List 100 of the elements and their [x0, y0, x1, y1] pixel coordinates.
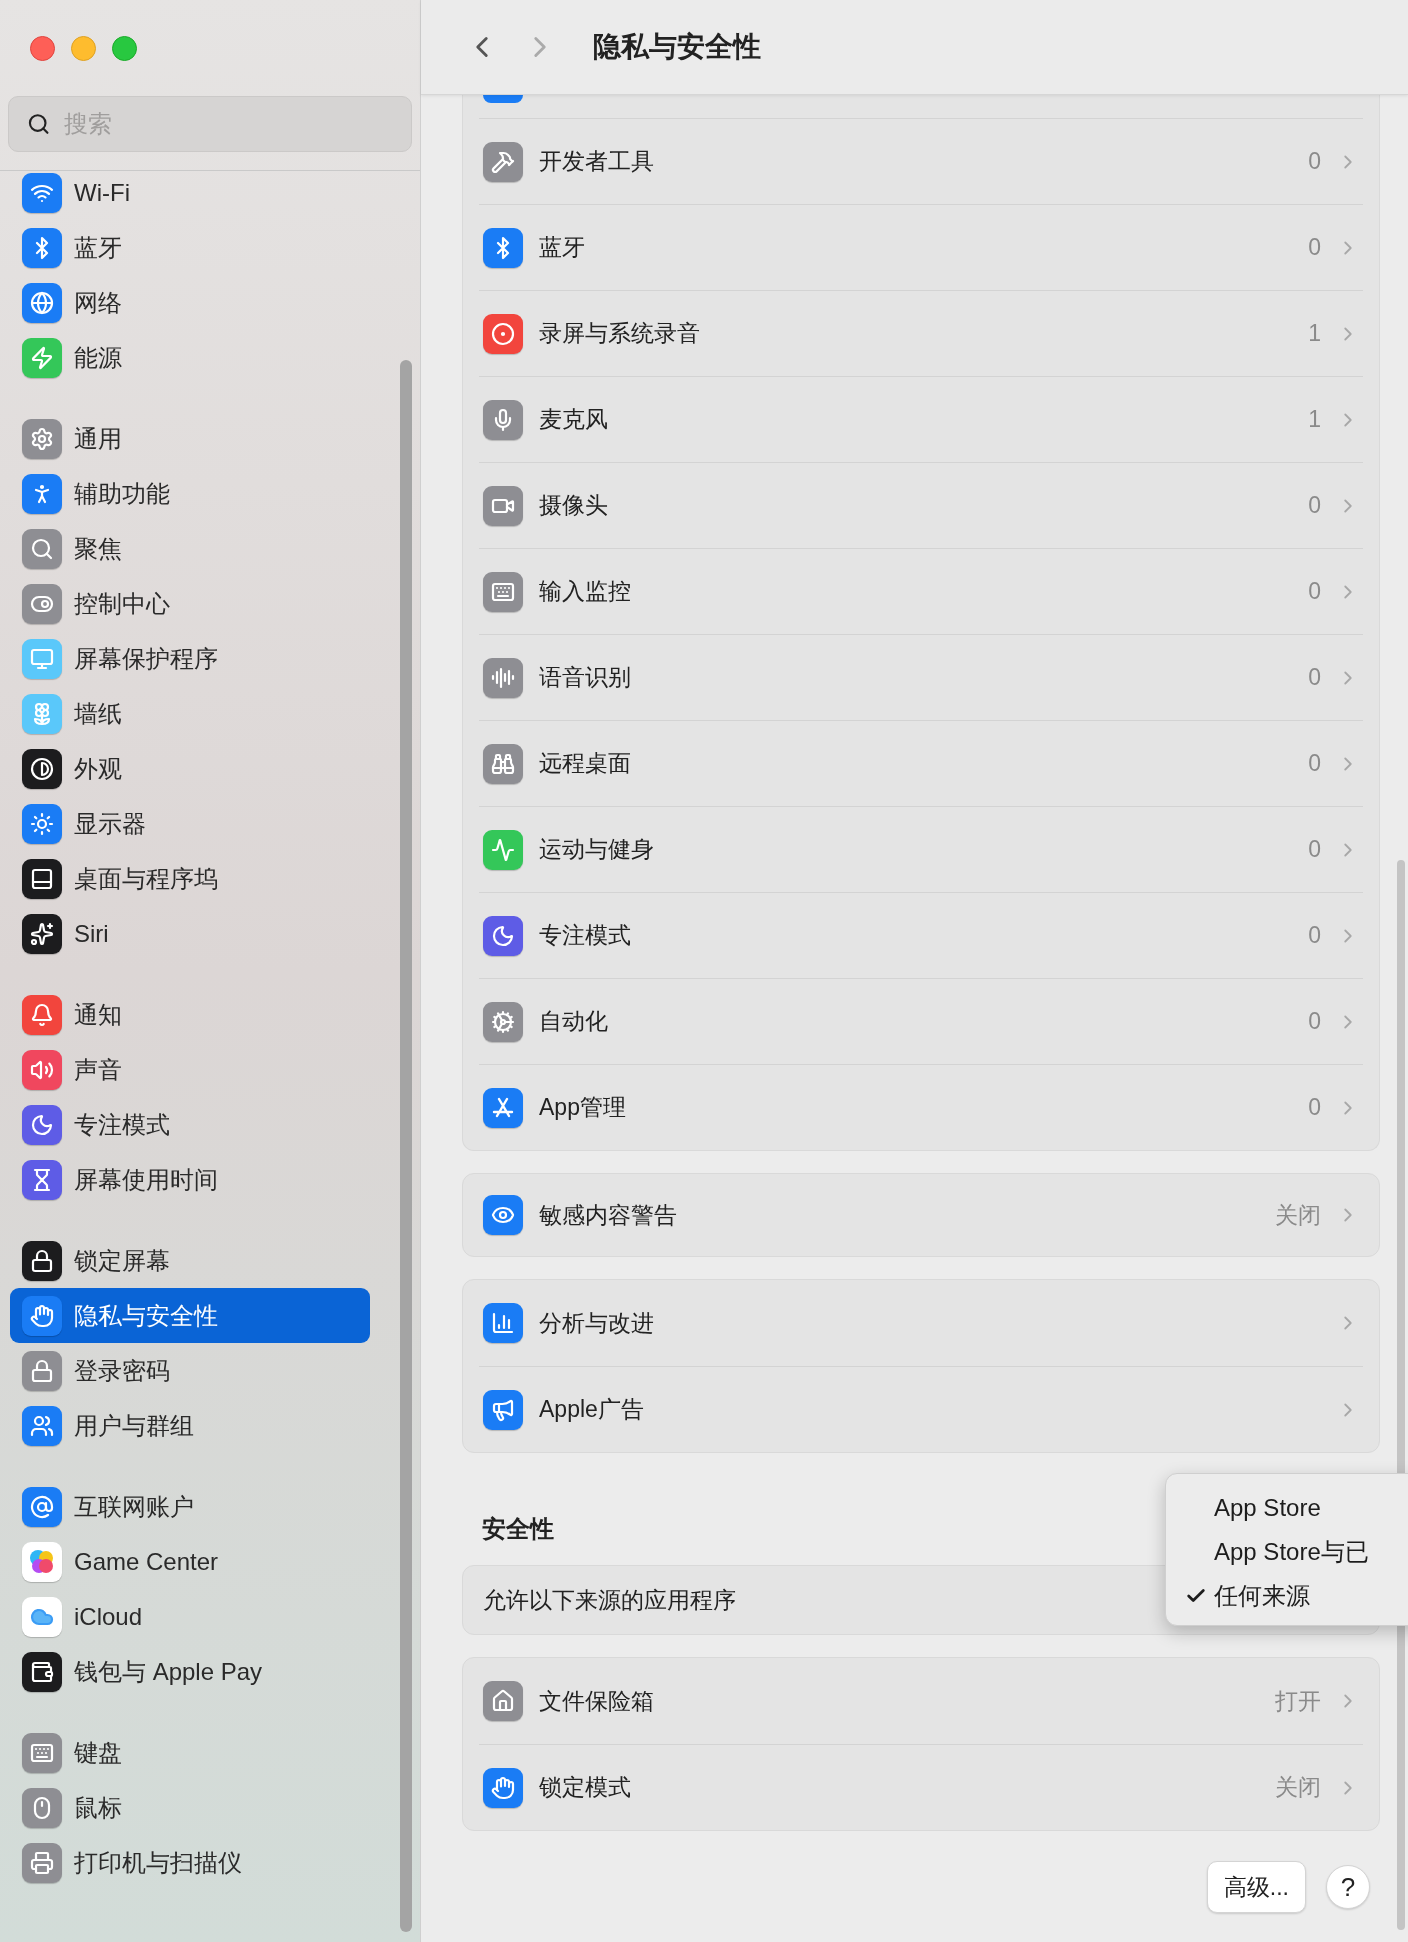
sidebar-item[interactable]: 能源 [10, 330, 370, 385]
minimize-button[interactable] [71, 35, 96, 61]
menu-item[interactable]: App Store [1184, 1486, 1408, 1530]
sidebar-item[interactable]: 网络 [10, 275, 370, 330]
zoom-button[interactable] [112, 35, 137, 61]
sidebar-item[interactable]: 隐私与安全性 [10, 1288, 370, 1343]
list-row[interactable]: 蓝牙 0 [479, 204, 1363, 290]
waveform-icon [483, 657, 523, 698]
lock-icon [22, 1350, 62, 1391]
keyboard-icon [483, 571, 523, 612]
row-value: 0 [1308, 147, 1321, 177]
row-value: 0 [1308, 577, 1321, 607]
mouse-icon [22, 1787, 62, 1828]
list-row[interactable]: 摄像头 0 [479, 462, 1363, 548]
sidebar-item[interactable]: 外观 [10, 741, 370, 796]
list-row[interactable]: 文件保险箱 打开 [479, 1658, 1363, 1744]
sidebar-item[interactable]: 控制中心 [10, 576, 370, 631]
camera-icon [483, 485, 523, 526]
globe-icon [22, 282, 62, 323]
help-button[interactable]: ? [1326, 1865, 1370, 1909]
row-value: 0 [1308, 663, 1321, 693]
printer-icon [22, 1842, 62, 1883]
row-label: 自动化 [539, 1007, 609, 1037]
row-value: 0 [1308, 491, 1321, 521]
at-sign-icon [22, 1486, 62, 1527]
sidebar-item[interactable]: 钱包与 Apple Pay [10, 1644, 370, 1699]
moon-icon [22, 1104, 62, 1145]
list-row[interactable]: Apple广告 [479, 1366, 1363, 1452]
hand-icon [22, 1295, 62, 1336]
house-icon [483, 1681, 523, 1721]
sidebar-item[interactable]: 屏幕使用时间 [10, 1152, 370, 1207]
gear-icon [22, 418, 62, 459]
row-value: 0 [1308, 835, 1321, 865]
scrollbar-thumb[interactable] [400, 360, 412, 1932]
advanced-button[interactable]: 高级... [1206, 1861, 1306, 1913]
list-row[interactable]: 锁定模式 关闭 [479, 1744, 1363, 1830]
list-row[interactable]: 远程桌面 0 [479, 720, 1363, 806]
lightning-icon [22, 337, 62, 378]
sidebar-item[interactable]: 桌面与程序坞 [10, 851, 370, 906]
wifi-icon [22, 172, 62, 213]
section-heading: 安全性 [482, 1514, 554, 1544]
sidebar-item[interactable]: Siri [10, 906, 370, 961]
cloud-icon [22, 1596, 62, 1637]
row-label: 锁定模式 [539, 1773, 632, 1803]
bar-chart-icon [483, 1303, 523, 1343]
row-label: 录屏与系统录音 [539, 319, 701, 349]
list-row[interactable]: 语音识别 0 [479, 634, 1363, 720]
sidebar-item[interactable]: 键盘 [10, 1725, 370, 1780]
row-label: 语音识别 [539, 663, 632, 693]
row-label: 允许以下来源的应用程序 [483, 1585, 736, 1615]
list-row[interactable]: 自动化 0 [479, 978, 1363, 1064]
sidebar-item[interactable]: 专注模式 [10, 1097, 370, 1152]
list-row[interactable]: App管理 0 [479, 1064, 1363, 1150]
row-value: 0 [1308, 1007, 1321, 1037]
list-row[interactable]: 开发者工具 0 [479, 118, 1363, 204]
sidebar-item[interactable]: 墙纸 [10, 686, 370, 741]
menu-item[interactable]: App Store与已 [1184, 1530, 1408, 1574]
list-row[interactable]: 分析与改进 [479, 1280, 1363, 1366]
sidebar-item[interactable]: 显示器 [10, 796, 370, 851]
row-value: 1 [1308, 405, 1321, 435]
close-button[interactable] [30, 35, 55, 61]
sidebar-item[interactable]: 通用 [10, 411, 370, 466]
list-row[interactable]: 运动与健身 0 [479, 806, 1363, 892]
sidebar-item[interactable]: 登录密码 [10, 1343, 370, 1398]
sidebar-item[interactable]: 鼠标 [10, 1780, 370, 1835]
sidebar-item[interactable]: 打印机与扫描仪 [10, 1835, 370, 1890]
row-value: 关闭 [1275, 1773, 1321, 1803]
search-icon [22, 528, 62, 569]
sidebar-item[interactable]: 声音 [10, 1042, 370, 1097]
row-label: 输入监控 [539, 577, 632, 607]
row-value: 关闭 [1275, 1200, 1321, 1230]
list-row[interactable]: 麦克风 1 [479, 376, 1363, 462]
sidebar-item[interactable]: Game Center [10, 1534, 370, 1589]
users-icon [22, 1405, 62, 1446]
sidebar-item[interactable]: 用户与群组 [10, 1398, 370, 1453]
list-row[interactable]: 敏感内容警告 关闭 [479, 1174, 1363, 1256]
menu-item[interactable]: 任何来源 [1184, 1574, 1408, 1618]
sidebar-item[interactable]: iCloud [10, 1589, 370, 1644]
row-label: 开发者工具 [539, 147, 655, 177]
row-label: 麦克风 [539, 405, 609, 435]
sidebar-item[interactable]: 聚焦 [10, 521, 370, 576]
sidebar-item[interactable]: 屏幕保护程序 [10, 631, 370, 686]
list-row[interactable]: 专注模式 0 [479, 892, 1363, 978]
row-label: 分析与改进 [539, 1308, 655, 1338]
sidebar-item[interactable]: 锁定屏幕 [10, 1233, 370, 1288]
letter-a-icon [483, 1087, 523, 1128]
sidebar-item[interactable]: 通知 [10, 987, 370, 1042]
row-label: 敏感内容警告 [539, 1200, 678, 1230]
monitor-icon [22, 638, 62, 679]
sidebar-item[interactable]: 辅助功能 [10, 466, 370, 521]
list-row[interactable]: 输入监控 0 [479, 548, 1363, 634]
sun-icon [22, 803, 62, 844]
sidebar-item[interactable]: 蓝牙 [10, 220, 370, 275]
row-label: App管理 [539, 1093, 627, 1123]
sidebar-item[interactable]: Wi-Fi [10, 165, 370, 220]
list-row[interactable]: 录屏与系统录音 1 [479, 290, 1363, 376]
microphone-icon [483, 399, 523, 440]
sidebar-item[interactable]: 互联网账户 [10, 1479, 370, 1534]
speaker-icon [22, 1049, 62, 1090]
row-label: 专注模式 [539, 921, 632, 951]
